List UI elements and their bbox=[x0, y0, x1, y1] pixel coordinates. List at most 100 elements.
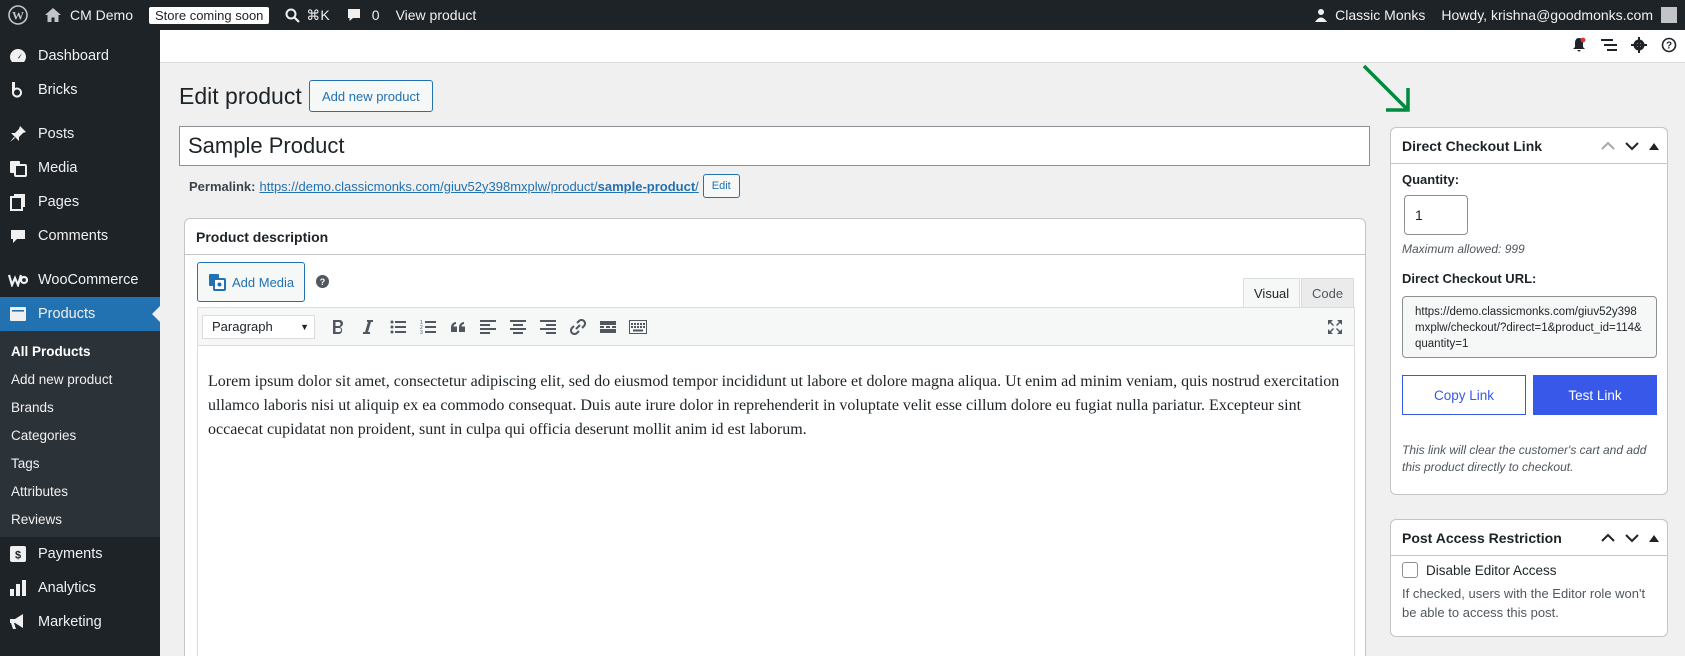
sidebar-item-woocommerce[interactable]: WooCommerce bbox=[0, 263, 160, 297]
link-icon[interactable] bbox=[563, 312, 593, 342]
format-select[interactable]: Paragraph ▼ bbox=[202, 314, 315, 339]
panel-title: Direct Checkout Link bbox=[1402, 137, 1543, 154]
italic-icon[interactable] bbox=[353, 312, 383, 342]
align-center-icon[interactable] bbox=[503, 312, 533, 342]
svg-text:3: 3 bbox=[420, 330, 423, 334]
view-product-link[interactable]: View product bbox=[388, 0, 485, 30]
woocommerce-icon bbox=[8, 270, 28, 290]
direct-checkout-header: Direct Checkout Link bbox=[1391, 128, 1667, 164]
help-circle-icon[interactable]: ? bbox=[1661, 37, 1677, 53]
add-media-button[interactable]: Add Media bbox=[197, 262, 306, 302]
products-submenu: All Products Add new product Brands Cate… bbox=[0, 331, 160, 537]
my-account-link[interactable]: Howdy, krishna@goodmonks.com bbox=[1433, 0, 1685, 30]
sidebar-item-pages[interactable]: Pages bbox=[0, 185, 160, 219]
bricks-icon bbox=[8, 80, 28, 100]
notification-bell-icon[interactable] bbox=[1571, 37, 1587, 53]
home-icon bbox=[44, 7, 62, 23]
sidebar-item-comments[interactable]: Comments bbox=[0, 219, 160, 253]
blockquote-icon[interactable] bbox=[443, 312, 473, 342]
analytics-icon bbox=[8, 578, 28, 598]
admin-sidebar: Dashboard Bricks Posts Media Pages Comme… bbox=[0, 30, 160, 656]
collapse-toggle-icon[interactable] bbox=[1649, 142, 1659, 150]
panel-title: Post Access Restriction bbox=[1402, 529, 1562, 546]
help-icon[interactable]: ? bbox=[316, 275, 329, 288]
copy-link-button[interactable]: Copy Link bbox=[1402, 375, 1526, 415]
avatar bbox=[1661, 7, 1677, 23]
product-title-input[interactable]: Sample Product bbox=[179, 126, 1370, 166]
editor-toolbar: Paragraph ▼ 123 bbox=[198, 308, 1354, 346]
align-right-icon[interactable] bbox=[533, 312, 563, 342]
tab-code[interactable]: Code bbox=[1301, 278, 1355, 308]
sidebar-item-marketing[interactable]: Marketing bbox=[0, 605, 160, 639]
dashboard-icon bbox=[8, 46, 28, 66]
add-new-product-button[interactable]: Add new product bbox=[309, 80, 433, 112]
checkout-note: This link will clear the customer's cart… bbox=[1402, 443, 1647, 474]
quantity-input[interactable]: 1 bbox=[1404, 195, 1468, 235]
panel-controls bbox=[1601, 533, 1667, 543]
move-down-icon[interactable] bbox=[1625, 533, 1639, 543]
checkout-url-label: Direct Checkout URL: bbox=[1402, 271, 1537, 286]
numbered-list-icon[interactable]: 123 bbox=[413, 312, 443, 342]
admin-bar-right: Classic Monks Howdy, krishna@goodmonks.c… bbox=[1305, 0, 1685, 30]
max-allowed-hint: Maximum allowed: 999 bbox=[1402, 242, 1525, 256]
collapse-toggle-icon[interactable] bbox=[1649, 534, 1659, 542]
post-access-panel: Post Access Restriction Disable Editor A… bbox=[1390, 519, 1668, 637]
align-left-icon[interactable] bbox=[473, 312, 503, 342]
svg-text:W: W bbox=[12, 9, 24, 23]
list-outline-icon[interactable] bbox=[1601, 37, 1617, 53]
wordpress-logo-icon[interactable]: W bbox=[0, 0, 36, 30]
site-name-link[interactable]: CM Demo bbox=[36, 0, 141, 30]
move-down-icon[interactable] bbox=[1625, 141, 1639, 151]
panel-controls bbox=[1601, 141, 1667, 151]
editor-content[interactable]: Lorem ipsum dolor sit amet, consectetur … bbox=[198, 346, 1354, 466]
bold-icon[interactable] bbox=[323, 312, 353, 342]
comment-icon bbox=[8, 226, 28, 246]
sidebar-item-payments[interactable]: $ Payments bbox=[0, 537, 160, 571]
submenu-attributes[interactable]: Attributes bbox=[0, 477, 160, 505]
comments-link[interactable]: 0 bbox=[338, 0, 388, 30]
submenu-categories[interactable]: Categories bbox=[0, 421, 160, 449]
sidebar-item-bricks[interactable]: Bricks bbox=[0, 73, 160, 107]
description-heading: Product description bbox=[185, 219, 1365, 255]
permalink-row: Permalink: https://demo.classicmonks.com… bbox=[189, 174, 740, 198]
sidebar-item-analytics[interactable]: Analytics bbox=[0, 571, 160, 605]
move-up-icon[interactable] bbox=[1601, 141, 1615, 151]
read-more-icon[interactable] bbox=[593, 312, 623, 342]
disable-editor-checkbox[interactable] bbox=[1402, 562, 1418, 578]
toolbar-toggle-icon[interactable] bbox=[623, 312, 653, 342]
add-media-icon bbox=[209, 274, 226, 291]
submenu-tags[interactable]: Tags bbox=[0, 449, 160, 477]
command-search-button[interactable]: ⌘K bbox=[277, 0, 337, 30]
sidebar-item-products[interactable]: Products bbox=[0, 297, 160, 331]
annotation-arrow-icon bbox=[1362, 64, 1410, 112]
disable-editor-label: Disable Editor Access bbox=[1426, 562, 1557, 578]
move-up-icon[interactable] bbox=[1601, 533, 1615, 543]
toolbar-icons: ? bbox=[1571, 37, 1677, 53]
submenu-reviews[interactable]: Reviews bbox=[0, 505, 160, 533]
submenu-all-products[interactable]: All Products bbox=[0, 337, 160, 365]
bullet-list-icon[interactable] bbox=[383, 312, 413, 342]
edit-permalink-button[interactable]: Edit bbox=[702, 174, 740, 198]
submenu-brands[interactable]: Brands bbox=[0, 393, 160, 421]
sidebar-item-dashboard[interactable]: Dashboard bbox=[0, 39, 160, 73]
test-link-button[interactable]: Test Link bbox=[1533, 375, 1657, 415]
sidebar-item-posts[interactable]: Posts bbox=[0, 117, 160, 151]
settings-gear-icon[interactable] bbox=[1631, 37, 1647, 53]
quantity-label: Quantity: bbox=[1402, 172, 1460, 187]
post-access-header: Post Access Restriction bbox=[1391, 520, 1667, 556]
activity-toolbar: ? bbox=[160, 30, 1685, 63]
user-icon bbox=[1313, 7, 1329, 23]
tab-visual[interactable]: Visual bbox=[1243, 278, 1301, 308]
dropdown-arrow-icon: ▼ bbox=[300, 321, 309, 332]
submenu-add-new-product[interactable]: Add new product bbox=[0, 365, 160, 393]
fullscreen-icon[interactable] bbox=[1320, 312, 1350, 342]
account-switcher[interactable]: Classic Monks bbox=[1305, 0, 1433, 30]
disable-editor-row: Disable Editor Access bbox=[1402, 562, 1557, 578]
sidebar-item-media[interactable]: Media bbox=[0, 151, 160, 185]
store-status-badge[interactable]: Store coming soon bbox=[141, 0, 277, 30]
checkout-url-field[interactable]: https://demo.classicmonks.com/giuv52y398… bbox=[1402, 296, 1657, 358]
permalink-link[interactable]: https://demo.classicmonks.com/giuv52y398… bbox=[259, 179, 698, 194]
svg-text:?: ? bbox=[1666, 41, 1672, 52]
search-icon bbox=[285, 8, 301, 23]
pages-icon bbox=[8, 192, 28, 212]
